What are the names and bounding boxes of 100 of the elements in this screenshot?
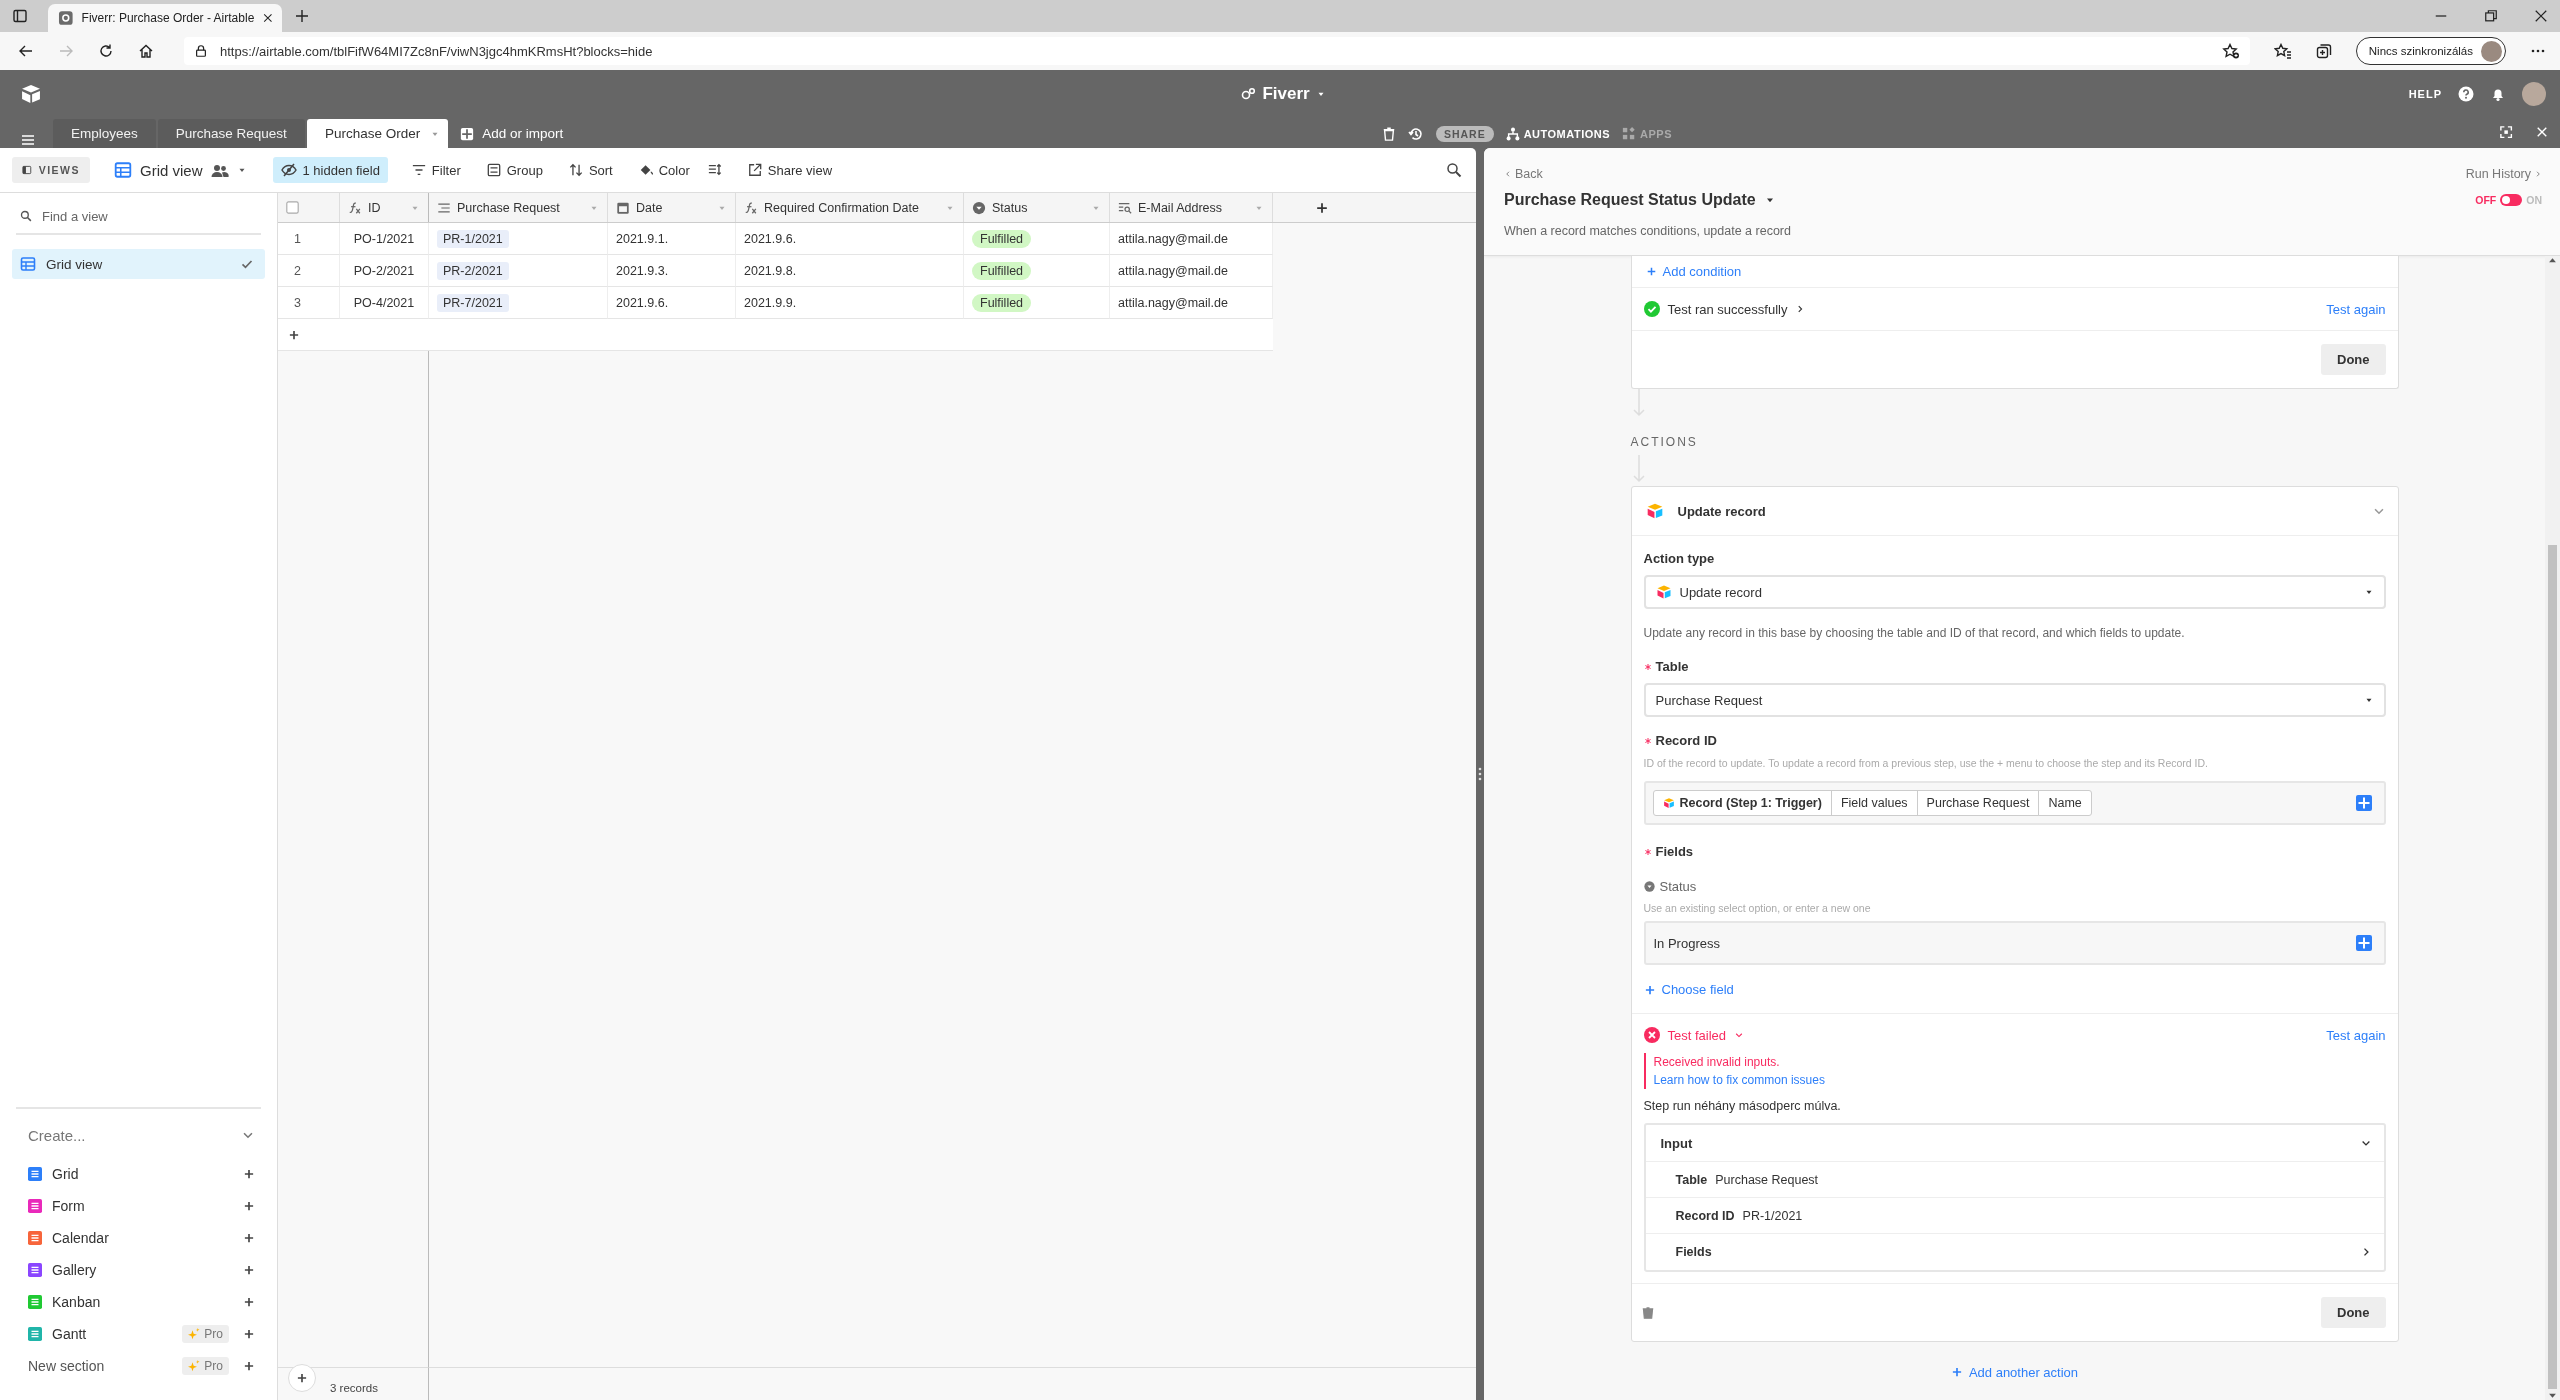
field-label: Action type bbox=[1643, 550, 1715, 568]
close-icon[interactable] bbox=[2534, 9, 2548, 23]
view-type-item[interactable]: Form bbox=[52, 1198, 233, 1214]
table-tab[interactable]: Employees bbox=[53, 119, 156, 148]
toggle-switch[interactable] bbox=[2500, 194, 2523, 206]
input-heading[interactable]: Input bbox=[1660, 1135, 1693, 1151]
help-link[interactable]: HELP bbox=[2408, 88, 2442, 100]
scrollbar[interactable] bbox=[2545, 256, 2560, 1400]
star-add-icon[interactable] bbox=[2221, 43, 2240, 59]
token-chip[interactable]: Record (Step 1: Trigger) bbox=[1652, 790, 1832, 816]
add-condition-link[interactable]: Add condition bbox=[1645, 264, 1742, 279]
record-link-chip[interactable]: PR-1/2021 bbox=[437, 229, 509, 248]
view-type-item[interactable]: Gallery bbox=[52, 1262, 233, 1278]
input-value: PR-1/2021 bbox=[1742, 1208, 1803, 1223]
add-icon[interactable] bbox=[243, 1200, 255, 1212]
view-switcher[interactable]: Grid view bbox=[114, 161, 247, 179]
home-icon[interactable] bbox=[138, 43, 154, 59]
status-value-field[interactable]: In Progress bbox=[1643, 921, 2386, 965]
view-item[interactable]: Grid view bbox=[12, 249, 265, 279]
base-name-button[interactable]: Fiverr bbox=[1240, 84, 1326, 104]
token-chip[interactable]: Field values bbox=[1830, 790, 1918, 816]
profile-button[interactable]: Nincs szinkronizálás bbox=[2355, 37, 2506, 65]
new-tab-icon[interactable] bbox=[294, 8, 310, 24]
trash-icon[interactable] bbox=[1641, 1305, 1654, 1320]
record-link-chip[interactable]: PR-7/2021 bbox=[437, 293, 509, 312]
table-tab[interactable]: Purchase Request bbox=[157, 119, 305, 148]
back-link[interactable]: Back bbox=[1504, 167, 1543, 181]
share-button[interactable]: SHARE bbox=[1435, 125, 1494, 142]
automations-button[interactable]: AUTOMATIONS bbox=[1505, 126, 1611, 141]
restore-icon[interactable] bbox=[2484, 9, 2498, 23]
record-link-chip[interactable]: PR-2/2021 bbox=[437, 261, 509, 280]
browser-tab[interactable]: Fiverr: Purchase Order - Airtable bbox=[48, 4, 282, 32]
fullscreen-icon[interactable] bbox=[2500, 126, 2514, 140]
add-icon[interactable] bbox=[243, 1232, 255, 1244]
table-tab[interactable]: Purchase Order bbox=[306, 119, 449, 148]
chevron-right-icon bbox=[2534, 170, 2542, 178]
test-status[interactable]: Test ran successfully bbox=[1667, 301, 1788, 317]
automation-title[interactable]: Purchase Request Status Update bbox=[1504, 191, 1776, 209]
address-field[interactable]: https://airtable.com/tblFifW64MI7Zc8nF/viwN3jgc4hmKRmsHt?blocks=hide bbox=[184, 37, 2250, 65]
done-button[interactable]: Done bbox=[2321, 344, 2386, 375]
add-icon[interactable] bbox=[243, 1296, 255, 1308]
view-type-item[interactable]: Calendar bbox=[52, 1230, 233, 1246]
checkbox[interactable] bbox=[286, 201, 299, 214]
token-chip[interactable]: Name bbox=[2038, 790, 2092, 816]
help-link[interactable]: Learn how to fix common issues bbox=[1653, 1071, 1825, 1089]
back-icon[interactable] bbox=[18, 43, 34, 59]
group-button[interactable]: Group bbox=[478, 157, 551, 183]
filter-button[interactable]: Filter bbox=[403, 157, 469, 183]
record-id-field[interactable]: Record (Step 1: Trigger) Field values Purchase Request Name bbox=[1643, 781, 2386, 825]
token-chip[interactable]: Purchase Request bbox=[1916, 790, 2040, 816]
choose-field-link[interactable]: Choose field bbox=[1643, 982, 1734, 997]
view-type-item[interactable]: Grid bbox=[52, 1166, 233, 1182]
add-icon[interactable] bbox=[243, 1360, 255, 1372]
view-type-item[interactable]: Gantt bbox=[52, 1326, 173, 1342]
help-icon[interactable] bbox=[2458, 86, 2474, 102]
add-record-button[interactable] bbox=[288, 1364, 316, 1392]
add-token-button[interactable] bbox=[2355, 795, 2372, 811]
new-section-item[interactable]: New section bbox=[28, 1358, 173, 1374]
add-icon[interactable] bbox=[243, 1328, 255, 1340]
favorites-icon[interactable] bbox=[2273, 43, 2292, 59]
table-select[interactable]: Purchase Request bbox=[1643, 683, 2386, 717]
menu-icon[interactable] bbox=[20, 132, 36, 148]
test-again-link[interactable]: Test again bbox=[2326, 1027, 2386, 1043]
reload-icon[interactable] bbox=[98, 43, 114, 59]
column-header[interactable]: Date bbox=[608, 193, 736, 222]
add-token-button[interactable] bbox=[2355, 935, 2372, 951]
add-table-button[interactable]: Add or import bbox=[460, 126, 564, 141]
add-icon[interactable] bbox=[243, 1168, 255, 1180]
column-header[interactable]: Required Confirmation Date bbox=[736, 193, 964, 222]
view-type-item[interactable]: Kanban bbox=[52, 1294, 233, 1310]
action-type-select[interactable]: Update record bbox=[1643, 575, 2386, 609]
column-header[interactable]: E-Mail Address bbox=[1110, 193, 1273, 222]
done-button[interactable]: Done bbox=[2321, 1297, 2386, 1328]
column-header[interactable]: Status bbox=[964, 193, 1110, 222]
input-label: Record ID bbox=[1675, 1208, 1735, 1223]
search-icon[interactable] bbox=[1446, 162, 1462, 178]
add-icon[interactable] bbox=[243, 1264, 255, 1276]
add-action-link[interactable]: Add another action bbox=[1950, 1363, 2079, 1381]
sort-button[interactable]: Sort bbox=[560, 157, 621, 183]
history-icon[interactable] bbox=[1407, 125, 1424, 142]
column-header[interactable]: ID bbox=[340, 193, 429, 222]
color-button[interactable]: Color bbox=[630, 157, 698, 183]
hidden-fields-button[interactable]: 1 hidden field bbox=[272, 157, 388, 183]
share-view-button[interactable]: Share view bbox=[739, 157, 841, 183]
resize-handle[interactable] bbox=[1478, 767, 1482, 781]
run-history-link[interactable]: Run History bbox=[2465, 167, 2542, 181]
search-field[interactable]: Find a view bbox=[40, 207, 261, 225]
collections-icon[interactable] bbox=[2315, 43, 2332, 59]
close-icon[interactable] bbox=[262, 12, 274, 24]
scroll-down-icon[interactable] bbox=[2548, 1391, 2557, 1400]
test-again-link[interactable]: Test again bbox=[2326, 301, 2386, 317]
avatar[interactable] bbox=[2522, 82, 2546, 106]
row-height-icon[interactable] bbox=[707, 163, 722, 177]
add-field-icon[interactable] bbox=[1314, 200, 1329, 215]
tab-actions-icon[interactable] bbox=[12, 8, 28, 24]
row-number: 1 bbox=[278, 223, 340, 255]
column-header[interactable]: Purchase Request bbox=[429, 193, 608, 222]
logo-icon[interactable] bbox=[20, 83, 42, 105]
views-button[interactable]: VIEWS bbox=[12, 157, 90, 183]
test-status[interactable]: Test failed bbox=[1667, 1027, 1727, 1043]
